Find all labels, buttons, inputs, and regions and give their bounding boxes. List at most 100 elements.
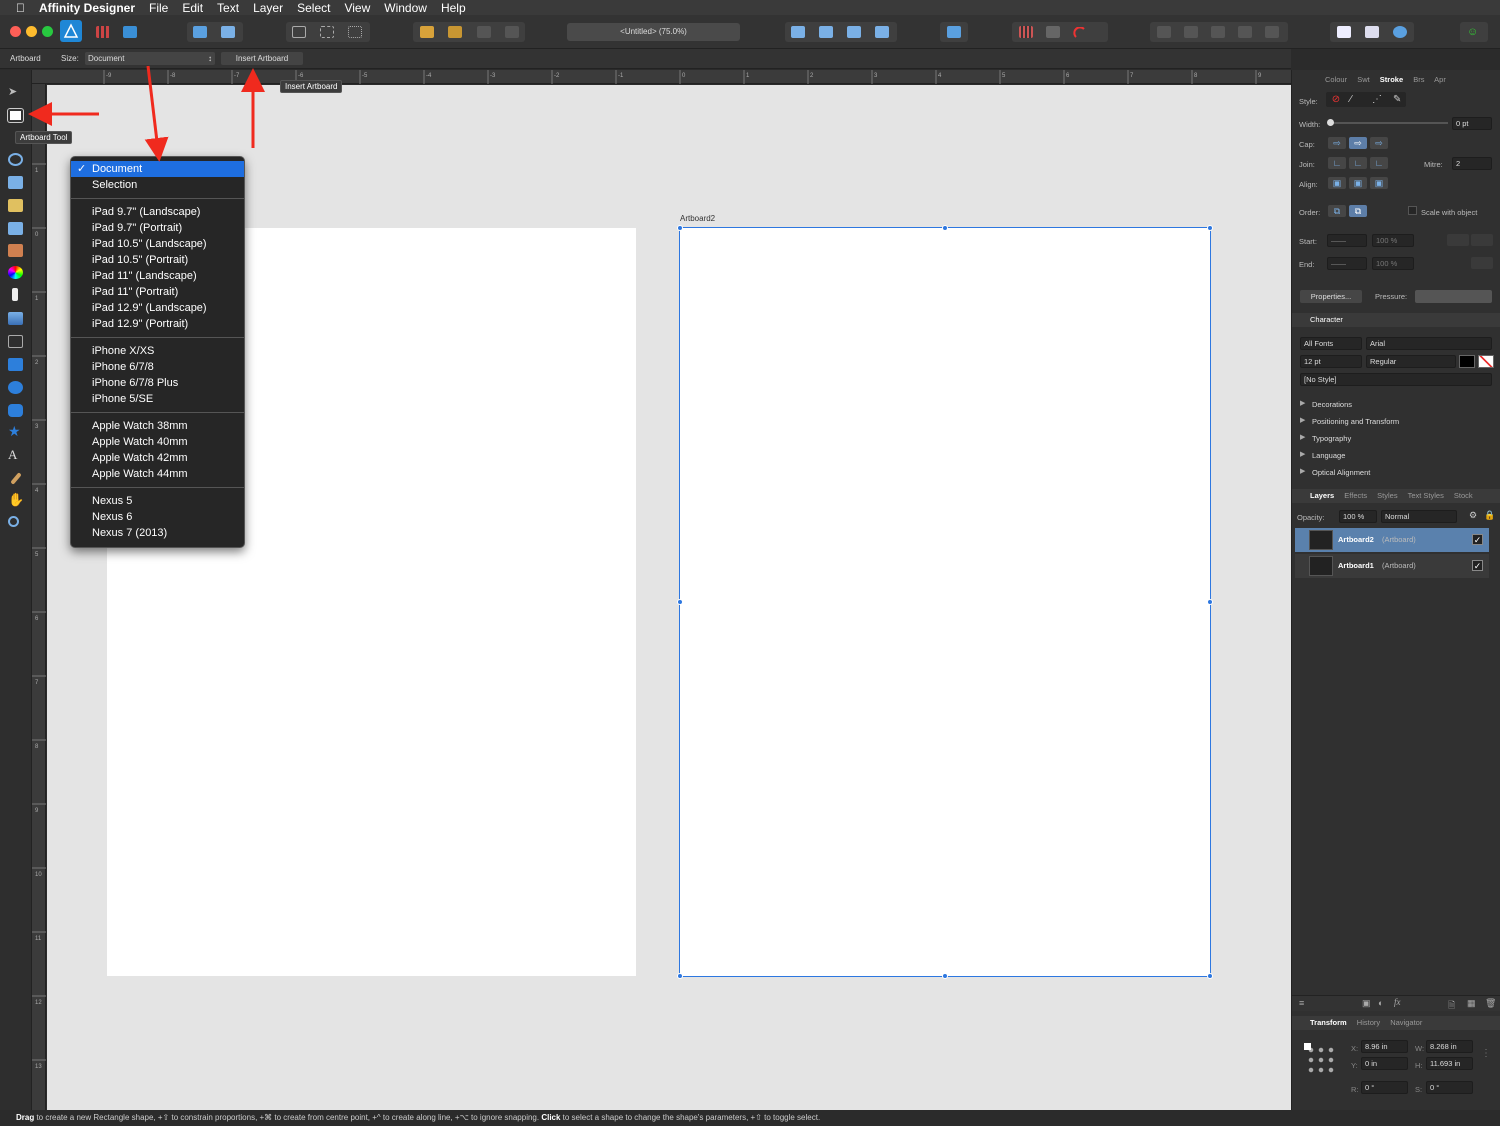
rotate-left-icon[interactable] <box>847 26 861 38</box>
butt-cap-icon[interactable]: ⇨ <box>1328 137 1346 149</box>
snapping-manager-icon[interactable] <box>1337 26 1351 38</box>
designer-persona-icon[interactable] <box>60 20 82 42</box>
tab-swatches[interactable]: Swt <box>1357 75 1370 84</box>
insert-artboard-button[interactable]: Insert Artboard <box>221 52 303 65</box>
tab-colour[interactable]: Colour <box>1325 75 1347 84</box>
font-collection-dropdown[interactable]: All Fonts <box>1300 337 1362 350</box>
menu-file[interactable]: File <box>149 1 168 15</box>
paragraph-style-dropdown[interactable]: [No Style] <box>1300 373 1492 386</box>
move-back-icon[interactable] <box>477 26 491 38</box>
tab-stock[interactable]: Stock <box>1454 491 1473 500</box>
tab-styles[interactable]: Styles <box>1377 491 1397 500</box>
size-option[interactable]: iPhone 6/7/8 Plus <box>71 375 244 391</box>
user-icon[interactable]: ☺ <box>1467 26 1481 38</box>
view-tool-icon[interactable]: ✋ <box>8 493 24 506</box>
menu-text[interactable]: Text <box>217 1 239 15</box>
tab-appearance[interactable]: Apr <box>1434 75 1446 84</box>
size-option[interactable]: Apple Watch 40mm <box>71 434 244 450</box>
menu-edit[interactable]: Edit <box>182 1 203 15</box>
size-option[interactable]: iPhone X/XS <box>71 343 244 359</box>
pen-tool-icon[interactable] <box>8 199 23 212</box>
send-to-back-icon[interactable] <box>505 26 519 38</box>
fx-icon[interactable]: fx <box>1394 997 1401 1007</box>
round-join-icon[interactable]: ∟ <box>1349 157 1367 169</box>
character-section[interactable]: ▶ Typography <box>1292 433 1500 447</box>
size-option[interactable]: iPad 9.7" (Landscape) <box>71 204 244 220</box>
document-title[interactable]: <Untitled> (75.0%) <box>567 23 740 41</box>
size-option[interactable]: ✓ Document <box>71 161 244 177</box>
font-family-dropdown[interactable]: Arial <box>1366 337 1492 350</box>
close-window-button[interactable] <box>10 26 21 37</box>
tab-transform[interactable]: Transform <box>1310 1018 1347 1027</box>
y-field[interactable]: 0 in <box>1361 1057 1408 1070</box>
character-section[interactable]: ▶ Optical Alignment <box>1292 467 1500 481</box>
size-option[interactable]: iPad 10.5" (Portrait) <box>71 252 244 268</box>
tab-navigator[interactable]: Navigator <box>1390 1018 1422 1027</box>
align-icon[interactable] <box>947 26 961 38</box>
stroke-behind-fill-icon[interactable]: ⧉ <box>1328 205 1346 217</box>
size-option[interactable]: iPad 11" (Landscape) <box>71 268 244 284</box>
tab-effects[interactable]: Effects <box>1344 491 1367 500</box>
corner-tool-icon[interactable] <box>8 176 23 189</box>
pixel-persona-icon[interactable] <box>96 26 110 38</box>
selection-handle-top-right[interactable] <box>1207 225 1213 231</box>
star-tool-icon[interactable]: ★ <box>8 424 23 438</box>
character-panel-header[interactable]: Character <box>1292 313 1500 327</box>
selection-handle-right[interactable] <box>1207 599 1213 605</box>
width-slider[interactable] <box>1330 122 1448 124</box>
scale-with-object-checkbox[interactable] <box>1408 206 1417 215</box>
font-size-field[interactable]: 12 pt <box>1300 355 1362 368</box>
width-slider-thumb[interactable] <box>1327 119 1334 126</box>
lock-aspect-icon[interactable]: ⋮ <box>1481 1048 1491 1059</box>
size-option[interactable]: iPhone 6/7/8 <box>71 359 244 375</box>
solid-line-icon[interactable]: ∕ <box>1350 94 1364 105</box>
texture-line-icon[interactable]: ✎ <box>1393 94 1405 105</box>
blend-mode-dropdown[interactable]: Normal <box>1381 510 1457 523</box>
artboard2[interactable] <box>679 227 1211 977</box>
move-tool-icon[interactable]: ➤ <box>8 85 23 98</box>
xor-boolean-icon[interactable] <box>1238 26 1252 38</box>
transparency-tool-icon[interactable] <box>12 288 18 301</box>
ruler-vertical[interactable]: 1 0 1 2 3 4 5 6 7 8 9 10 11 12 13 <box>32 84 46 1110</box>
character-section[interactable]: ▶ Decorations <box>1292 399 1500 413</box>
add-group-icon[interactable]: ▦ <box>1467 998 1476 1009</box>
bevel-join-icon[interactable]: ∟ <box>1370 157 1388 169</box>
size-option[interactable]: Nexus 6 <box>71 509 244 525</box>
bring-to-front-icon[interactable] <box>420 26 434 38</box>
size-option[interactable]: iPhone 5/SE <box>71 391 244 407</box>
zoom-window-button[interactable] <box>42 26 53 37</box>
size-option[interactable]: Nexus 7 (2013) <box>71 525 244 541</box>
assistant-icon[interactable] <box>221 26 235 38</box>
miter-join-icon[interactable]: ∟ <box>1328 157 1346 169</box>
menu-select[interactable]: Select <box>297 1 330 15</box>
mitre-field[interactable]: 2 <box>1452 157 1492 170</box>
swap-arrowheads-button[interactable] <box>1447 234 1469 246</box>
share-icon[interactable] <box>193 26 207 38</box>
end-arrowhead-dropdown[interactable]: —— <box>1327 257 1367 270</box>
selection-handle-bottom-right[interactable] <box>1207 973 1213 979</box>
invert-selection-icon[interactable] <box>348 26 362 38</box>
color-picker-icon[interactable] <box>1393 26 1407 38</box>
minimize-window-button[interactable] <box>26 26 37 37</box>
layer-visibility-checkbox[interactable]: ✓ <box>1472 534 1483 545</box>
align-inside-icon[interactable]: ▣ <box>1328 177 1346 189</box>
font-style-dropdown[interactable]: Regular <box>1366 355 1456 368</box>
character-section[interactable]: ▶ Language <box>1292 450 1500 464</box>
size-option[interactable]: iPad 12.9" (Landscape) <box>71 300 244 316</box>
size-option[interactable]: Apple Watch 44mm <box>71 466 244 482</box>
pressure-graph-button[interactable] <box>1415 290 1492 303</box>
end-scale-field[interactable]: 100 % <box>1372 257 1414 270</box>
rotation-field[interactable]: 0 ° <box>1361 1081 1408 1094</box>
lock-icon[interactable]: 🔒 <box>1484 510 1495 521</box>
menu-app-name[interactable]: Affinity Designer <box>39 1 135 15</box>
grid-icon[interactable] <box>1019 26 1033 38</box>
intersect-boolean-icon[interactable] <box>1211 26 1225 38</box>
menu-layer[interactable]: Layer <box>253 1 283 15</box>
size-option[interactable]: Apple Watch 42mm <box>71 450 244 466</box>
menu-view[interactable]: View <box>344 1 370 15</box>
layer-row[interactable]: Artboard1 (Artboard) ✓ <box>1295 554 1489 578</box>
size-option[interactable]: Apple Watch 38mm <box>71 418 244 434</box>
rounded-rectangle-tool-icon[interactable] <box>8 404 23 417</box>
size-option[interactable]: iPad 11" (Portrait) <box>71 284 244 300</box>
ruler-horizontal[interactable]: -9 -8 -7 -6 -5 -4 -3 -2 -1 0 1 2 3 4 5 6 7 8 9 <box>32 70 1291 84</box>
